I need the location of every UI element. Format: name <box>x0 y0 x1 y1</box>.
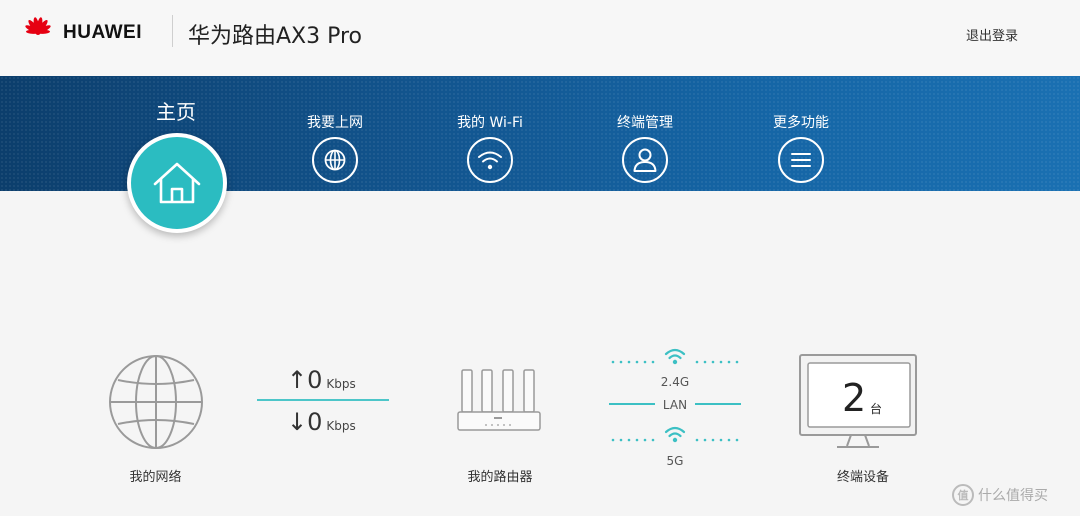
top-header: HUAWEI 华为路由AX3 Pro 退出登录 <box>0 0 1080 76</box>
nav-home-label: 主页 <box>156 100 196 124</box>
home-icon <box>153 162 201 204</box>
menu-icon <box>778 137 824 183</box>
nav-item-label: 我的 Wi-Fi <box>457 115 523 131</box>
watermark-badge-icon: 值 <box>952 484 974 506</box>
terminal-devices-label: 终端设备 <box>836 470 889 485</box>
band-24g-label: 2.4G <box>660 375 690 389</box>
user-icon <box>622 137 668 183</box>
header-divider <box>172 15 173 47</box>
product-title: 华为路由AX3 Pro <box>188 24 363 49</box>
download-speed: ↓0 Kbps <box>287 408 356 436</box>
upload-arrow-icon: ↑ <box>287 366 308 394</box>
huawei-logo-icon <box>25 17 51 35</box>
nav-item-terminals[interactable]: 终端管理 <box>590 112 700 184</box>
watermark: 值 什么值得买 <box>952 484 1048 506</box>
download-value: 0 <box>307 408 323 436</box>
band-lan-label: LAN <box>662 398 688 412</box>
nav-item-label: 更多功能 <box>773 115 829 131</box>
upload-value: 0 <box>307 366 323 394</box>
nav-item-more[interactable]: 更多功能 <box>746 112 856 184</box>
globe-icon <box>312 137 358 183</box>
band-5g-label: 5G <box>666 454 684 468</box>
speed-divider <box>257 399 389 401</box>
upload-speed: ↑0 Kbps <box>287 366 356 394</box>
nav-item-label: 终端管理 <box>617 115 673 131</box>
nav-home-button[interactable] <box>127 133 227 233</box>
my-router-label: 我的路由器 <box>467 470 533 485</box>
download-arrow-icon: ↓ <box>287 408 308 436</box>
my-network-label: 我的网络 <box>129 470 182 485</box>
upload-unit: Kbps <box>326 377 356 391</box>
brand-name: HUAWEI <box>63 22 142 43</box>
nav-item-label: 我要上网 <box>307 115 363 131</box>
wifi-icon <box>467 137 513 183</box>
nav-item-internet[interactable]: 我要上网 <box>280 112 390 184</box>
download-unit: Kbps <box>326 419 356 433</box>
router-icon[interactable] <box>456 368 542 434</box>
logout-link[interactable]: 退出登录 <box>966 25 1018 44</box>
device-count-unit: 台 <box>870 402 883 416</box>
network-globe-icon[interactable] <box>108 354 204 450</box>
watermark-text: 什么值得买 <box>978 488 1048 504</box>
device-count: 2 <box>842 376 867 420</box>
nav-item-wifi[interactable]: 我的 Wi-Fi <box>435 112 545 184</box>
